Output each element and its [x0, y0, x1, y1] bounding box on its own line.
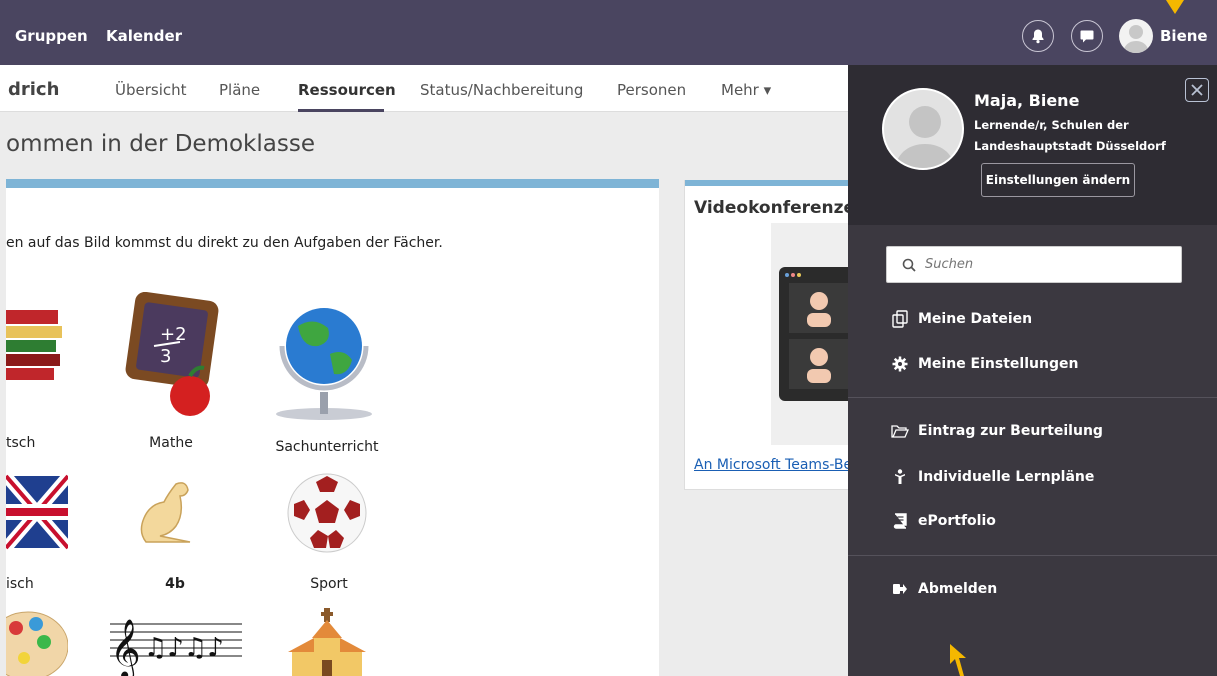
page-title: ommen in der Demoklasse [6, 131, 315, 157]
close-panel-button[interactable] [1185, 78, 1209, 102]
menu-item-label: Eintrag zur Beurteilung [918, 423, 1103, 439]
menu-item-label: Abmelden [918, 581, 998, 597]
pointer-arrow-bottom [950, 644, 966, 676]
subject-label-deutsch: tsch [6, 435, 36, 451]
user-avatar[interactable] [1119, 19, 1153, 53]
subject-label-englisch: isch [6, 576, 34, 592]
subject-religion[interactable] [288, 608, 366, 676]
subject-label-sport: Sport [310, 576, 348, 592]
subject-4b[interactable] [130, 478, 206, 548]
profile-avatar [882, 88, 964, 170]
tab-personen[interactable]: Personen [617, 81, 686, 99]
nav-link-gruppen[interactable]: Gruppen [15, 27, 88, 45]
books-icon [6, 310, 62, 380]
pointer-arrow-top [1166, 0, 1184, 14]
menu-item-label: Individuelle Lernpläne [918, 469, 1095, 485]
course-title: drich [8, 79, 60, 100]
subject-label-sachunterricht: Sachunterricht [275, 439, 379, 455]
video-conference-card: Videokonferenzen An Microsoft Teams-Besp… [684, 180, 926, 490]
change-settings-button[interactable]: Einstellungen ändern [981, 163, 1135, 197]
menu-item-meine-dateien[interactable]: Meine Dateien [890, 308, 1032, 330]
video-illustration [771, 223, 855, 445]
subject-sport[interactable] [286, 472, 368, 554]
subjects-card: en auf das Bild kommst du direkt zu den … [0, 179, 659, 676]
search-input[interactable] [925, 247, 1175, 282]
active-tab-indicator [298, 109, 384, 112]
music-notes-icon: 𝄞 ♫♪♫♪ [110, 619, 242, 676]
menu-item-label: ePortfolio [918, 513, 996, 529]
avatar-silhouette-icon [1123, 25, 1149, 53]
subject-englisch[interactable] [1, 472, 73, 552]
menu-item-lernplaene[interactable]: Individuelle Lernpläne [890, 466, 1094, 488]
menu-divider [848, 555, 1217, 556]
notifications-button[interactable] [1022, 20, 1054, 52]
tab-plaene[interactable]: Pläne [219, 81, 260, 99]
chalkboard-icon: +2 3 [125, 291, 219, 416]
subject-sachunterricht[interactable] [268, 296, 380, 422]
avatar-silhouette-icon [894, 106, 956, 168]
book-icon [890, 512, 910, 530]
subject-label-4b: 4b [165, 576, 185, 592]
soccer-ball-icon [287, 473, 367, 553]
folder-open-icon [890, 422, 910, 440]
subject-kunst[interactable] [0, 606, 69, 676]
svg-text:3: 3 [160, 346, 171, 367]
profile-name: Maja, Biene [974, 91, 1080, 110]
search-icon [902, 258, 916, 272]
intro-text: en auf das Bild kommst du direkt zu den … [6, 235, 443, 251]
video-call-icon [779, 267, 855, 401]
gear-icon [890, 355, 910, 373]
subject-musik[interactable]: 𝄞 ♫♪♫♪ [110, 610, 242, 676]
user-dropdown-panel: Maja, Biene Lernende/r, Schulen der Land… [848, 65, 1217, 676]
person-icon [890, 468, 910, 486]
messages-button[interactable] [1071, 20, 1103, 52]
subject-label-mathe: Mathe [149, 435, 193, 451]
svg-text:♫♪♫♪: ♫♪♫♪ [144, 633, 224, 663]
menu-item-label: Meine Einstellungen [918, 356, 1079, 372]
menu-divider [848, 397, 1217, 398]
menu-item-label: Meine Dateien [918, 311, 1033, 327]
menu-item-meine-einstellungen[interactable]: Meine Einstellungen [890, 353, 1078, 375]
sub-navbar: drich Übersicht Pläne Ressourcen Status/… [0, 65, 848, 112]
files-icon [890, 310, 910, 328]
menu-item-abmelden[interactable]: Abmelden [890, 578, 997, 600]
logout-icon [890, 580, 910, 598]
panel-search [886, 246, 1182, 283]
chat-icon [1080, 30, 1094, 43]
uk-flag-icon [1, 472, 73, 552]
svg-text:𝄞: 𝄞 [110, 619, 141, 676]
user-menu-toggle[interactable]: Biene [1160, 27, 1208, 45]
top-navbar: Gruppen Kalender Biene [0, 0, 1217, 65]
panel-header: Maja, Biene Lernende/r, Schulen der Land… [848, 65, 1217, 225]
close-icon [1191, 84, 1203, 96]
globe-icon [276, 308, 372, 420]
profile-role: Lernende/r, Schulen der Landeshauptstadt… [974, 118, 1166, 153]
bell-icon [1032, 29, 1044, 44]
card-accent-bar [685, 180, 855, 186]
subject-deutsch[interactable] [6, 298, 66, 398]
video-card-title: Videokonferenzen [694, 198, 868, 218]
svg-text:+2: +2 [160, 324, 187, 345]
subject-mathe[interactable]: +2 3 [122, 291, 222, 420]
menu-item-eintrag-beurteilung[interactable]: Eintrag zur Beurteilung [890, 420, 1103, 442]
church-icon [288, 608, 366, 676]
tab-status[interactable]: Status/Nachbereitung [420, 81, 583, 99]
nav-link-kalender[interactable]: Kalender [106, 27, 182, 45]
paint-palette-icon [0, 611, 69, 676]
kangaroo-icon [140, 482, 191, 543]
tab-mehr[interactable]: Mehr ▾ [721, 81, 771, 99]
tab-uebersicht[interactable]: Übersicht [115, 81, 187, 99]
tab-ressourcen[interactable]: Ressourcen [298, 81, 396, 99]
menu-item-eportfolio[interactable]: ePortfolio [890, 510, 996, 532]
